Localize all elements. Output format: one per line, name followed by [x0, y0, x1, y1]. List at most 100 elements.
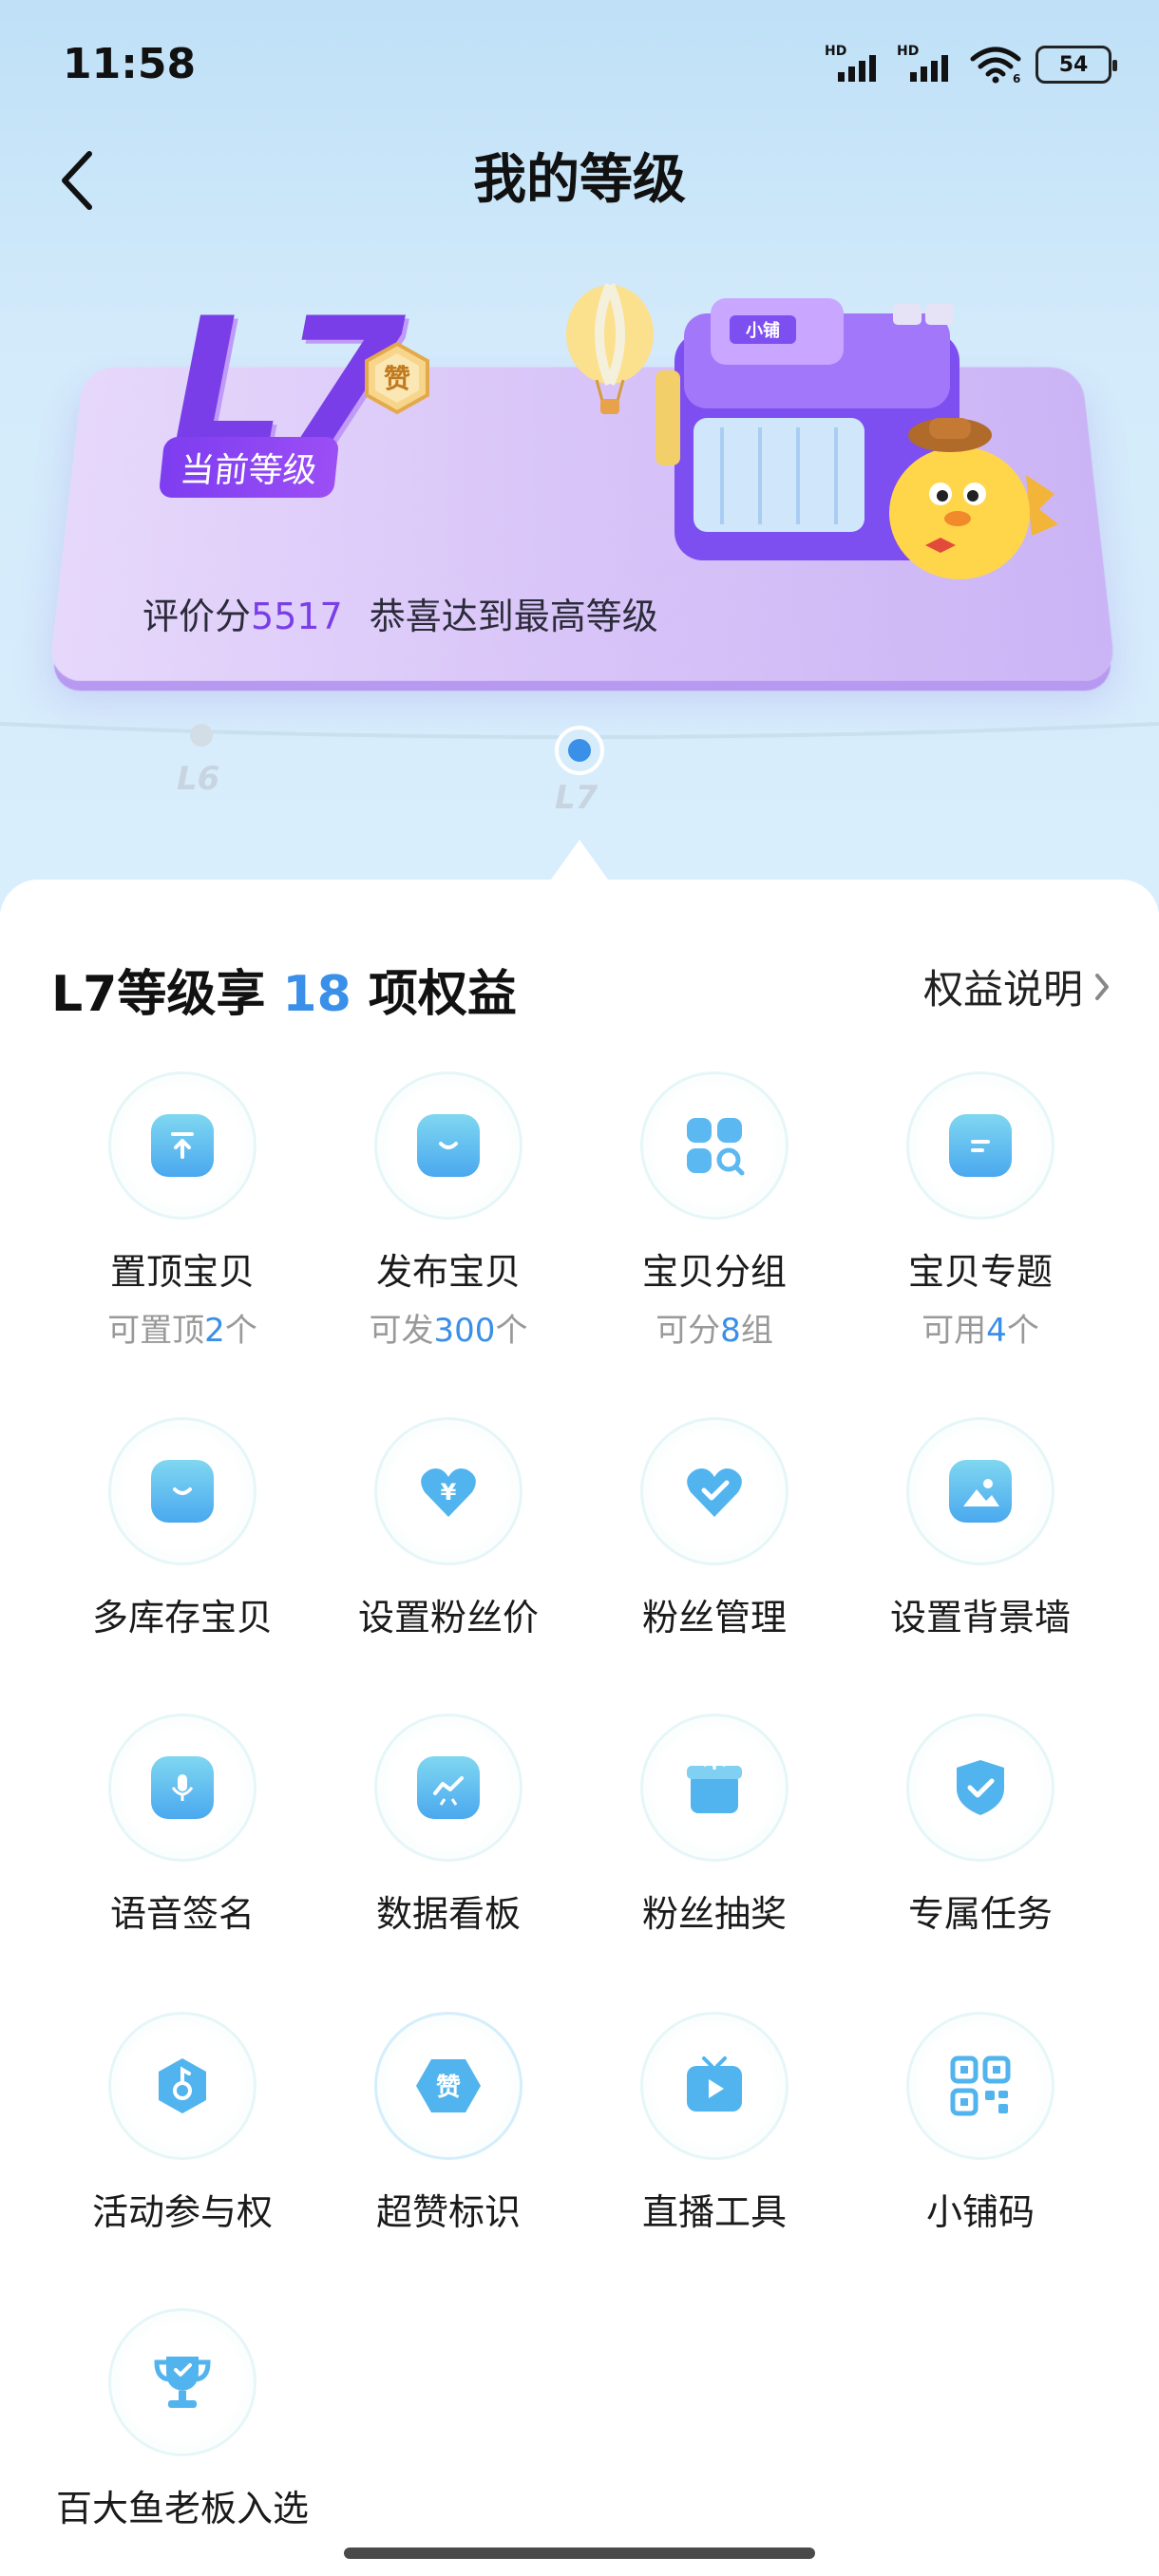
benefit-item[interactable]: 赞 超赞标识 [315, 2012, 581, 2235]
qr-code-icon [949, 2055, 1012, 2117]
benefit-item[interactable]: 宝贝分组 可分8组 [581, 1071, 847, 1351]
current-level-tag: 当前等级 [159, 437, 340, 498]
tv-play-icon [683, 2055, 746, 2117]
benefit-label: 设置粉丝价 [315, 1588, 581, 1640]
benefit-item[interactable]: 小铺码 [847, 2012, 1113, 2235]
benefits-heading: L7等级享 18 项权益 [51, 954, 517, 1025]
benefit-icon-circle [640, 1417, 788, 1565]
benefit-icon-circle [906, 2012, 1054, 2160]
benefit-item[interactable]: 发布宝贝 可发300个 [315, 1071, 581, 1351]
benefit-item[interactable]: 语音签名 [49, 1714, 315, 1937]
benefit-label: 粉丝抽奖 [581, 1885, 847, 1937]
chart-board-icon [417, 1756, 480, 1819]
benefit-label: 直播工具 [581, 2183, 847, 2235]
benefit-label: 百大鱼老板入选 [49, 2479, 315, 2531]
benefit-item[interactable]: 活动参与权 [49, 2012, 315, 2235]
score-label: 评价分 [142, 596, 251, 637]
benefit-item[interactable]: 专属任务 [847, 1714, 1113, 1937]
group-search-icon [683, 1114, 746, 1177]
benefit-label: 语音签名 [49, 1885, 315, 1937]
benefits-count: 18 [282, 966, 351, 1023]
chevron-left-icon [57, 150, 95, 211]
hot-air-balloon-icon [566, 285, 654, 414]
benefit-label: 超赞标识 [315, 2183, 581, 2235]
image-icon [949, 1460, 1012, 1523]
microphone-icon [151, 1756, 214, 1819]
shopping-bag-icon [417, 1114, 480, 1177]
benefits-title-prefix: L7等级享 [51, 966, 282, 1023]
status-bar: 11:58 HD HD 6 54 [0, 0, 1159, 133]
topic-doc-icon [949, 1114, 1012, 1177]
cellular-signal-icon: HD [897, 44, 956, 85]
benefit-icon-circle [906, 1071, 1054, 1220]
heart-check-icon [683, 1460, 746, 1523]
back-button[interactable] [48, 142, 104, 218]
pin-top-icon [151, 1114, 214, 1177]
zan-hexagon-icon: 赞 [414, 2052, 483, 2120]
multi-bag-icon [151, 1460, 214, 1523]
benefit-label: 宝贝专题 [847, 1242, 1113, 1295]
benefit-sub: 可用4个 [847, 1304, 1113, 1351]
benefit-item[interactable]: 多库存宝贝 [49, 1417, 315, 1640]
page-title: 我的等级 [0, 142, 1159, 218]
benefits-explain-link[interactable]: 权益说明 [923, 957, 1112, 1015]
benefit-label: 发布宝贝 [315, 1242, 581, 1295]
benefit-item[interactable]: 置顶宝贝 可置顶2个 [49, 1071, 315, 1351]
benefit-label: 多库存宝贝 [49, 1588, 315, 1640]
benefit-icon-circle [374, 1714, 522, 1862]
trophy-icon [151, 2351, 214, 2414]
status-time: 11:58 [63, 40, 196, 88]
panel-notch [551, 840, 608, 880]
benefit-icon-circle: ¥ [374, 1417, 522, 1565]
heart-yen-icon: ¥ [417, 1460, 480, 1523]
benefit-icon-circle [108, 1714, 256, 1862]
benefit-item[interactable]: 百大鱼老板入选 [49, 2308, 315, 2531]
track-dot-l6 [190, 724, 213, 747]
benefit-icon-circle [108, 2308, 256, 2456]
benefit-item[interactable]: 宝贝专题 可用4个 [847, 1071, 1113, 1351]
benefit-icon-circle [906, 1714, 1054, 1862]
benefit-item[interactable]: ¥ 设置粉丝价 [315, 1417, 581, 1640]
battery-level: 54 [1059, 53, 1089, 77]
track-label-l7: L7 [555, 779, 598, 817]
benefit-icon-circle [108, 1417, 256, 1565]
zan-badge-icon: 赞 [359, 340, 435, 416]
benefit-label: 宝贝分组 [581, 1242, 847, 1295]
zan-badge-text: 赞 [383, 363, 410, 394]
battery-icon: 54 [1036, 46, 1112, 84]
benefit-icon-circle [640, 1714, 788, 1862]
benefits-title-suffix: 项权益 [352, 966, 517, 1023]
benefit-item[interactable]: 粉丝抽奖 [581, 1714, 847, 1937]
shop-sign: 小铺 [746, 320, 780, 341]
status-icons: HD HD 6 54 [825, 44, 1112, 85]
track-label-l6: L6 [177, 760, 219, 798]
benefit-icon-circle [374, 1071, 522, 1220]
level-message: 恭喜达到最高等级 [370, 596, 658, 637]
chick-mascot-icon [889, 418, 1058, 579]
svg-text:赞: 赞 [435, 2074, 461, 2102]
benefit-icon-circle [108, 2012, 256, 2160]
benefit-label: 专属任务 [847, 1885, 1113, 1937]
hexagon-key-icon [151, 2055, 214, 2117]
shop-illustration: 小铺 [551, 275, 1064, 598]
cellular-signal-icon: HD [825, 44, 884, 85]
chevron-right-icon [1092, 972, 1112, 1002]
benefits-explain-label: 权益说明 [923, 957, 1083, 1015]
shield-check-icon [949, 1756, 1012, 1819]
benefit-icon-circle [906, 1417, 1054, 1565]
benefit-icon-circle [640, 1071, 788, 1220]
home-indicator[interactable] [344, 2548, 815, 2559]
wifi-icon: 6 [969, 46, 1022, 84]
benefit-sub: 可分8组 [581, 1304, 847, 1351]
gift-box-icon [683, 1756, 746, 1819]
benefit-item[interactable]: 粉丝管理 [581, 1417, 847, 1640]
benefit-item[interactable]: 数据看板 [315, 1714, 581, 1937]
benefit-label: 活动参与权 [49, 2183, 315, 2235]
benefit-label: 粉丝管理 [581, 1588, 847, 1640]
benefit-icon-circle [640, 2012, 788, 2160]
benefit-sub: 可置顶2个 [49, 1304, 315, 1351]
benefit-item[interactable]: 设置背景墙 [847, 1417, 1113, 1640]
wifi-suffix: 6 [1013, 72, 1020, 84]
benefit-label: 小铺码 [847, 2183, 1113, 2235]
benefit-item[interactable]: 直播工具 [581, 2012, 847, 2235]
